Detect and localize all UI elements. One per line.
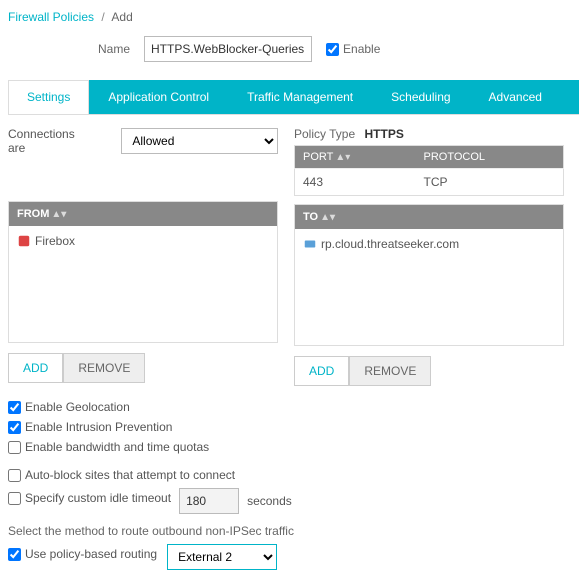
breadcrumb-separator: /: [101, 10, 104, 24]
firebox-icon: [17, 234, 31, 248]
from-remove-button[interactable]: REMOVE: [63, 353, 145, 383]
idle-label: Specify custom idle timeout: [25, 491, 171, 505]
connections-select[interactable]: Allowed: [121, 128, 278, 154]
enable-label: Enable: [343, 42, 380, 56]
port-header[interactable]: PORT▲▾: [295, 146, 416, 169]
tab-bar: Settings Application Control Traffic Man…: [8, 80, 579, 114]
name-input[interactable]: [144, 36, 312, 62]
geo-label: Enable Geolocation: [25, 400, 130, 414]
to-add-button[interactable]: ADD: [294, 356, 349, 386]
pbr-label: Use policy-based routing: [25, 547, 157, 561]
tab-application-control[interactable]: Application Control: [89, 80, 228, 114]
table-row[interactable]: 443 TCP: [295, 169, 564, 196]
from-header[interactable]: FROM▲▾: [9, 202, 277, 226]
tab-filler: [561, 80, 579, 114]
host-icon: [303, 237, 317, 251]
ips-label: Enable Intrusion Prevention: [25, 420, 172, 434]
route-description: Select the method to route outbound non-…: [8, 524, 579, 538]
autoblock-checkbox-wrap[interactable]: Auto-block sites that attempt to connect: [8, 468, 579, 482]
tab-settings[interactable]: Settings: [8, 80, 89, 114]
bw-checkbox[interactable]: [8, 441, 21, 454]
protocol-header[interactable]: PROTOCOL: [415, 146, 563, 169]
from-add-button[interactable]: ADD: [8, 353, 63, 383]
sort-icon: ▲▾: [51, 209, 66, 220]
ips-checkbox-wrap[interactable]: Enable Intrusion Prevention: [8, 420, 579, 434]
idle-checkbox[interactable]: [8, 492, 21, 505]
to-listbox: TO▲▾ rp.cloud.threatseeker.com: [294, 204, 564, 346]
enable-checkbox[interactable]: [326, 43, 339, 56]
autoblock-label: Auto-block sites that attempt to connect: [25, 468, 235, 482]
tab-scheduling[interactable]: Scheduling: [372, 80, 469, 114]
list-item[interactable]: rp.cloud.threatseeker.com: [303, 235, 555, 253]
policy-type-label: Policy Type: [294, 127, 355, 141]
to-header[interactable]: TO▲▾: [295, 205, 563, 229]
connections-label: Connections are: [8, 127, 93, 155]
to-remove-button[interactable]: REMOVE: [349, 356, 431, 386]
breadcrumb-current: Add: [111, 10, 132, 24]
list-item[interactable]: Firebox: [17, 232, 269, 250]
tab-traffic-management[interactable]: Traffic Management: [228, 80, 372, 114]
idle-timeout-input[interactable]: [179, 488, 239, 514]
name-label: Name: [98, 42, 130, 56]
idle-checkbox-wrap[interactable]: Specify custom idle timeout: [8, 491, 171, 505]
geo-checkbox-wrap[interactable]: Enable Geolocation: [8, 400, 579, 414]
ips-checkbox[interactable]: [8, 421, 21, 434]
pbr-interface-select[interactable]: External 2: [167, 544, 277, 570]
tab-advanced[interactable]: Advanced: [470, 80, 561, 114]
geo-checkbox[interactable]: [8, 401, 21, 414]
autoblock-checkbox[interactable]: [8, 469, 21, 482]
from-listbox: FROM▲▾ Firebox: [8, 201, 278, 343]
enable-checkbox-wrap[interactable]: Enable: [326, 42, 380, 56]
port-table: PORT▲▾ PROTOCOL 443 TCP: [294, 145, 564, 196]
sort-icon: ▲▾: [320, 212, 335, 223]
bw-label: Enable bandwidth and time quotas: [25, 440, 209, 454]
idle-unit: seconds: [247, 494, 292, 508]
sort-icon: ▲▾: [335, 152, 350, 163]
breadcrumb: Firewall Policies / Add: [8, 6, 579, 36]
pbr-checkbox[interactable]: [8, 548, 21, 561]
bw-checkbox-wrap[interactable]: Enable bandwidth and time quotas: [8, 440, 579, 454]
pbr-checkbox-wrap[interactable]: Use policy-based routing: [8, 547, 157, 561]
policy-type-value: HTTPS: [365, 127, 404, 141]
breadcrumb-parent-link[interactable]: Firewall Policies: [8, 10, 94, 24]
